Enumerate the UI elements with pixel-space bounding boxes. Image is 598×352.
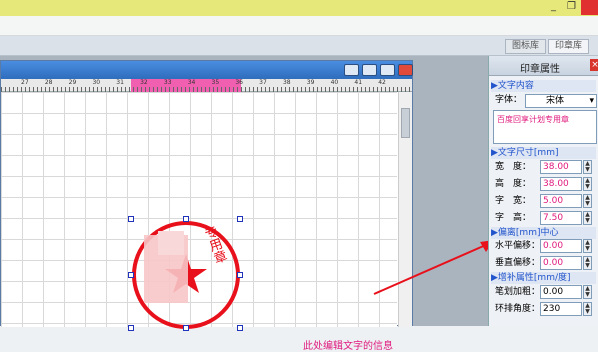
restore-button[interactable]: ❐: [563, 0, 580, 14]
canvas-window-titlebar: [1, 61, 413, 79]
resize-handle[interactable]: [237, 272, 243, 278]
vertical-offset-spinner[interactable]: ▲ ▼: [583, 256, 592, 270]
scrollbar-thumb[interactable]: [401, 108, 410, 138]
tab-seal-library[interactable]: 印章库: [548, 39, 590, 54]
resize-handle[interactable]: [237, 216, 243, 222]
width-spinner[interactable]: ▲ ▼: [583, 160, 592, 174]
ruler-tick: 30: [92, 79, 101, 86]
blurred-text-region: [158, 231, 184, 255]
field-label: 笔划加粗：: [495, 287, 541, 297]
canvas-maximize-button[interactable]: [380, 64, 395, 76]
char-width-field[interactable]: 5.00: [540, 194, 582, 208]
annotation-arrow: [373, 240, 494, 295]
annotation-text: 此处编辑文字的信息: [303, 341, 393, 352]
ruler-tick: 28: [44, 79, 53, 86]
section-text-size[interactable]: ▶文字尺寸[mm]: [491, 147, 596, 159]
width-field[interactable]: 38.00: [540, 160, 582, 174]
section-label: 文字内容: [497, 81, 534, 91]
height-spinner[interactable]: ▲ ▼: [583, 177, 592, 191]
canvas-window: 27 28 29 30 31 32 33 34 35 36 37 38 39 4…: [0, 60, 413, 352]
char-height-field[interactable]: 7.50: [540, 211, 582, 225]
tab-icon-library[interactable]: 图标库: [505, 39, 547, 54]
char-width-spinner[interactable]: ▲ ▼: [583, 194, 592, 208]
horizontal-ruler: 27 28 29 30 31 32 33 34 35 36 37 38 39 4…: [1, 79, 412, 92]
panel-title: 印章属性: [520, 64, 560, 75]
ruler-tick: 35: [211, 79, 220, 86]
ruler-tick: 41: [354, 79, 363, 86]
vertical-offset-field[interactable]: 0.00: [540, 256, 582, 270]
canvas-restore-button[interactable]: [362, 64, 377, 76]
section-label: ▶: [491, 81, 498, 91]
canvas-minimize-button[interactable]: [344, 64, 359, 76]
ring-angle-spinner[interactable]: ▲ ▼: [583, 302, 592, 316]
panel-header: 印章属性 ×: [489, 56, 598, 76]
minimize-button[interactable]: _: [545, 0, 562, 14]
horizontal-offset-field[interactable]: 0.00: [540, 239, 582, 253]
height-field[interactable]: 38.00: [540, 177, 582, 191]
toolbar: [0, 16, 598, 36]
section-text-content[interactable]: ▶文字内容: [491, 80, 596, 92]
panel-close-button[interactable]: ×: [590, 59, 598, 71]
ruler-tick: 37: [259, 79, 267, 86]
text-content-textarea[interactable]: 百度回享计划专用章: [493, 110, 597, 144]
section-label: 增补属性[mm/度]: [497, 273, 571, 283]
resize-handle[interactable]: [128, 216, 134, 222]
field-label: 垂直偏移：: [495, 258, 541, 268]
section-label: 偏离[mm]中心: [497, 228, 559, 238]
ruler-ticks: 27 28 29 30 31 32 33 34 35 36 37 38 39 4…: [21, 79, 416, 86]
stroke-weight-spinner[interactable]: ▲ ▼: [583, 285, 592, 299]
horizontal-offset-spinner[interactable]: ▲ ▼: [583, 239, 592, 253]
field-label: 字 高：: [495, 213, 532, 223]
font-select-value: 宋体: [546, 96, 565, 106]
library-tabs: 图标库 印章库: [0, 36, 598, 56]
section-label: ▶: [491, 273, 498, 283]
ruler-tick: 40: [330, 79, 339, 86]
section-label: ▶: [491, 148, 498, 158]
field-label: 水平偏移：: [495, 241, 541, 251]
field-label: 宽 度：: [495, 162, 532, 172]
resize-handle[interactable]: [183, 216, 189, 222]
ruler-tick: 38: [282, 79, 291, 86]
design-canvas[interactable]: 专用章 此处编辑文字的信息: [1, 92, 397, 352]
close-button[interactable]: [581, 0, 598, 15]
stroke-weight-field[interactable]: 0.00: [540, 285, 582, 299]
ruler-tick: 29: [68, 79, 77, 86]
ring-angle-field[interactable]: 230: [540, 302, 582, 316]
ruler-tick: 39: [306, 79, 315, 86]
app-title-bar: _ ❐: [0, 0, 598, 16]
ruler-tick: 42: [378, 79, 386, 86]
canvas-close-button[interactable]: [398, 64, 413, 76]
section-advanced[interactable]: ▶增补属性[mm/度]: [491, 272, 596, 284]
char-height-spinner[interactable]: ▲ ▼: [583, 211, 592, 225]
section-label: 文字尺寸[mm]: [497, 148, 559, 158]
field-label: 环排角度：: [495, 304, 541, 314]
field-label: 字 宽：: [495, 196, 532, 206]
field-label: 高 度：: [495, 179, 532, 189]
ruler-tick: 33: [163, 79, 172, 86]
ruler-tick: 36: [235, 79, 243, 86]
seal-properties-panel: 印章属性 × ▶文字内容 字体： 宋体 ▾ 百度回享计划专用章 ▶文字尺寸[mm]…: [488, 56, 598, 326]
font-select[interactable]: 宋体 ▾: [525, 94, 597, 108]
chevron-down-icon: ▾: [589, 96, 594, 106]
ruler-tick: 31: [116, 79, 124, 86]
section-offset[interactable]: ▶偏离[mm]中心: [491, 227, 596, 239]
font-label: 字体：: [495, 95, 523, 105]
ruler-tick: 27: [21, 79, 29, 86]
resize-handle[interactable]: [128, 272, 134, 278]
section-label: ▶: [491, 228, 498, 238]
ruler-tick: 34: [187, 79, 196, 86]
ruler-tick: 32: [140, 79, 148, 86]
